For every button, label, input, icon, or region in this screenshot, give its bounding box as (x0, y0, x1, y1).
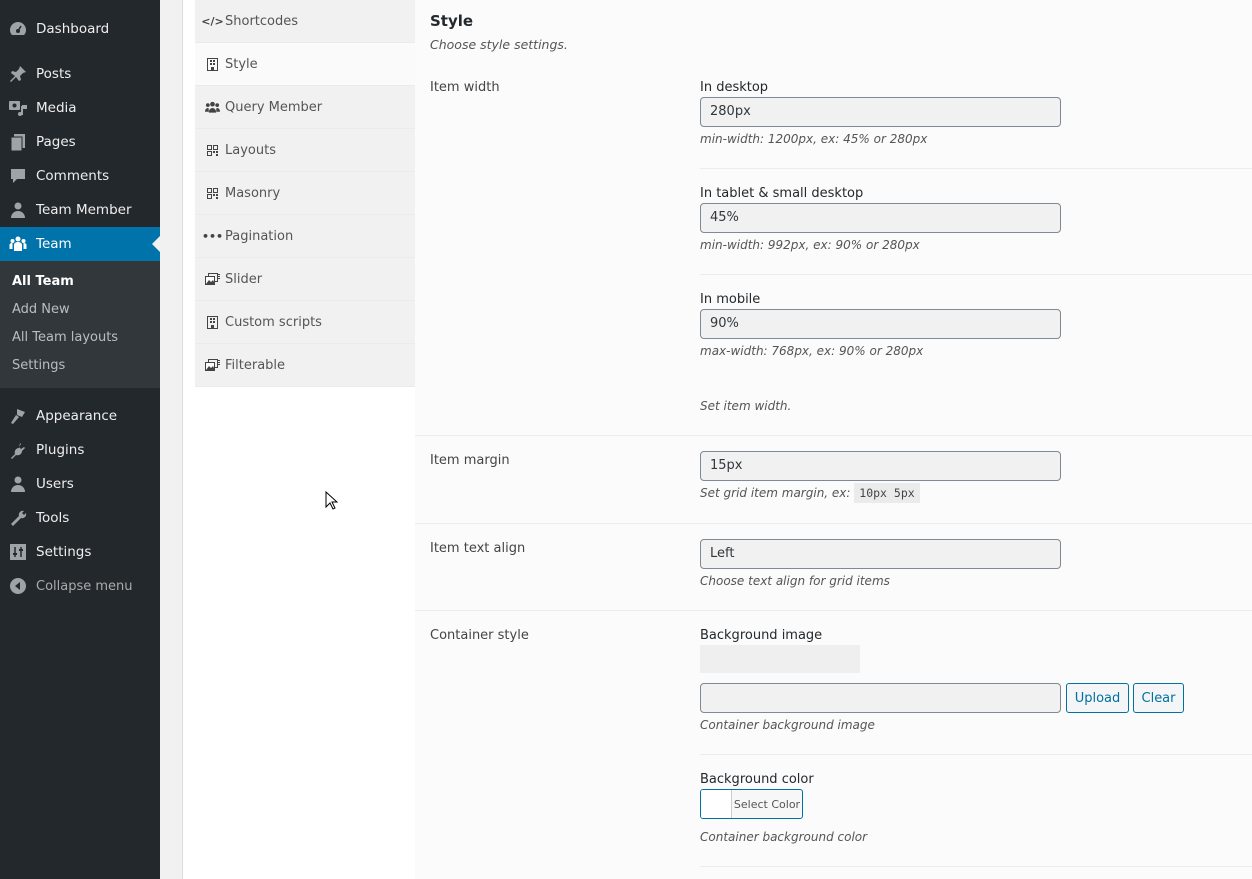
tablet-width-label: In tablet & small desktop (700, 186, 864, 201)
qrcode-icon (205, 187, 220, 199)
clear-button[interactable]: Clear (1133, 683, 1184, 713)
settings-sliders-icon (0, 542, 36, 562)
container-style-label: Container style (430, 628, 529, 643)
mobile-width-input[interactable]: 90% (700, 309, 1061, 339)
admin-sidebar: Dashboard Posts Media Pages Comments Tea… (0, 0, 160, 879)
bg-image-preview (700, 645, 860, 673)
wrench-icon (0, 508, 36, 528)
menu-tools[interactable]: Tools (0, 501, 160, 535)
dashboard-icon (0, 19, 36, 39)
tab-style[interactable]: Style (195, 43, 415, 86)
paintbrush-icon (0, 406, 36, 426)
menu-settings[interactable]: Settings (0, 535, 160, 569)
desktop-width-input[interactable]: 280px (700, 97, 1061, 127)
divider (415, 523, 1252, 524)
main-body: </> Shortcodes Style Query Member Layout… (160, 0, 1252, 879)
bg-image-label: Background image (700, 628, 823, 643)
menu-dashboard[interactable]: Dashboard (0, 12, 160, 46)
tablet-width-input[interactable]: 45% (700, 203, 1061, 233)
building-icon (205, 57, 220, 71)
submenu-all-team[interactable]: All Team (0, 268, 160, 296)
divider (700, 754, 1252, 755)
divider (415, 610, 1252, 611)
media-icon (0, 98, 36, 118)
collapse-arrow-icon (0, 576, 36, 596)
tab-shortcodes[interactable]: </> Shortcodes (195, 0, 415, 43)
team-submenu: All Team Add New All Team layouts Settin… (0, 261, 160, 388)
submenu-all-team-layouts[interactable]: All Team layouts (0, 324, 160, 352)
desktop-width-label: In desktop (700, 80, 769, 95)
menu-pages[interactable]: Pages (0, 125, 160, 159)
menu-team-member[interactable]: Team Member (0, 193, 160, 227)
plugin-icon (0, 440, 36, 460)
pin-icon (0, 64, 36, 84)
item-margin-hint: Set grid item margin, ex: 10px 5px (700, 483, 920, 503)
settings-tabs: </> Shortcodes Style Query Member Layout… (195, 0, 415, 387)
desktop-width-hint: min-width: 1200px, ex: 45% or 280px (700, 132, 928, 146)
divider (700, 274, 1252, 275)
mobile-width-hint: max-width: 768px, ex: 90% or 280px (700, 344, 924, 358)
menu-comments[interactable]: Comments (0, 159, 160, 193)
images-icon (205, 273, 220, 285)
item-width-description: Set item width. (700, 399, 792, 413)
pages-icon (0, 132, 36, 152)
select-color-button[interactable]: Select Color (700, 789, 803, 819)
menu-users[interactable]: Users (0, 467, 160, 501)
bg-color-hint: Container background color (700, 830, 868, 844)
color-swatch (701, 790, 732, 818)
tab-masonry[interactable]: Masonry (195, 172, 415, 215)
item-margin-label: Item margin (430, 453, 510, 468)
section-title: Style (430, 12, 474, 30)
menu-plugins[interactable]: Plugins (0, 433, 160, 467)
building-icon (205, 315, 220, 329)
menu-media[interactable]: Media (0, 91, 160, 125)
bg-color-label: Background color (700, 772, 814, 787)
person-icon (0, 200, 36, 220)
settings-panel: </> Shortcodes Style Query Member Layout… (182, 0, 1252, 879)
group-icon (0, 234, 36, 254)
margin-example-code: 10px 5px (854, 483, 920, 503)
comment-icon (0, 166, 36, 186)
tab-pagination[interactable]: ••• Pagination (195, 215, 415, 258)
tab-slider[interactable]: Slider (195, 258, 415, 301)
tab-custom-scripts[interactable]: Custom scripts (195, 301, 415, 344)
users-icon (205, 101, 220, 113)
ellipsis-icon: ••• (201, 229, 224, 243)
bg-image-url-input[interactable] (700, 683, 1061, 713)
menu-appearance[interactable]: Appearance (0, 399, 160, 433)
section-description: Choose style settings. (430, 37, 568, 52)
images-icon (205, 359, 220, 371)
divider (415, 435, 1252, 436)
item-margin-input[interactable]: 15px (700, 451, 1061, 481)
item-text-align-select[interactable]: Left (700, 539, 1061, 569)
users-icon (0, 474, 36, 494)
code-icon: </> (201, 14, 224, 28)
mouse-cursor-icon (325, 490, 339, 515)
menu-posts[interactable]: Posts (0, 57, 160, 91)
tab-query-member[interactable]: Query Member (195, 86, 415, 129)
collapse-menu-button[interactable]: Collapse menu (0, 569, 160, 603)
submenu-settings[interactable]: Settings (0, 352, 160, 380)
tab-filterable[interactable]: Filterable (195, 344, 415, 387)
tablet-width-hint: min-width: 992px, ex: 90% or 280px (700, 238, 920, 252)
menu-team[interactable]: Team (0, 227, 160, 261)
divider (700, 168, 1252, 169)
upload-button[interactable]: Upload (1066, 683, 1129, 713)
item-text-align-hint: Choose text align for grid items (700, 574, 890, 588)
item-text-align-label: Item text align (430, 541, 526, 556)
style-settings-content: Style Choose style settings. Item width … (415, 0, 1252, 879)
submenu-add-new[interactable]: Add New (0, 296, 160, 324)
divider (700, 866, 1252, 867)
qrcode-icon (205, 144, 220, 156)
bg-image-hint: Container background image (700, 718, 875, 732)
mobile-width-label: In mobile (700, 292, 761, 307)
item-width-label: Item width (430, 80, 500, 95)
tab-layouts[interactable]: Layouts (195, 129, 415, 172)
